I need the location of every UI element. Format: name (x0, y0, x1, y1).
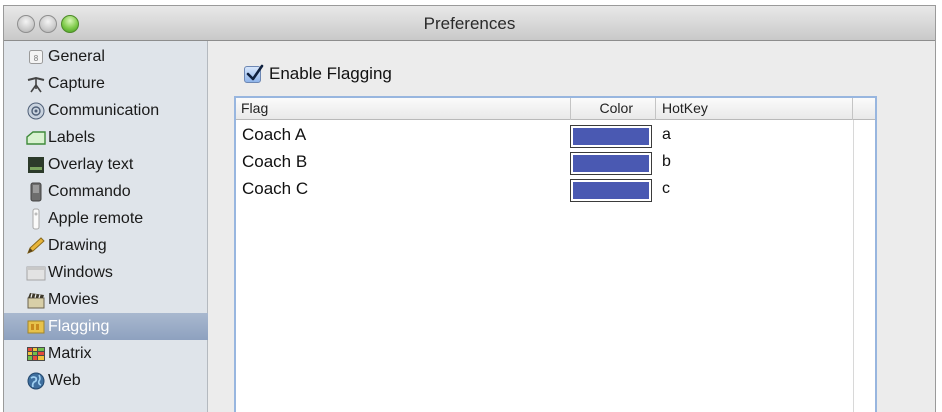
sidebar-item-label: Capture (48, 74, 105, 92)
column-header-color[interactable]: Color (571, 98, 656, 120)
general-icon: 8 (26, 47, 46, 67)
column-header-spacer (853, 98, 875, 120)
sidebar-item-windows[interactable]: Windows (4, 259, 208, 286)
color-well[interactable] (570, 152, 652, 175)
color-swatch (573, 128, 649, 145)
movies-icon (26, 290, 46, 310)
labels-icon (26, 128, 46, 148)
sidebar-item-capture[interactable]: Capture (4, 70, 208, 97)
commando-icon (26, 182, 46, 202)
sidebar-item-commando[interactable]: Commando (4, 178, 208, 205)
web-icon (26, 371, 46, 391)
sidebar-item-overlay-text[interactable]: Overlay text (4, 151, 208, 178)
hotkey-cell[interactable]: a (662, 126, 671, 144)
sidebar-item-label: Movies (48, 290, 99, 308)
sidebar-item-general[interactable]: 8 General (4, 43, 208, 70)
enable-flagging-checkbox[interactable] (244, 64, 264, 83)
flag-name-cell[interactable]: Coach B (242, 152, 307, 172)
color-swatch (573, 182, 649, 199)
color-well[interactable] (570, 125, 652, 148)
table-header: Flag Color HotKey (236, 98, 875, 120)
sidebar-item-label: Apple remote (48, 209, 144, 227)
windows-icon (26, 263, 46, 283)
sidebar-item-label: Drawing (48, 236, 107, 254)
table-row[interactable]: Coach B b (236, 150, 875, 176)
preferences-window: Preferences 8 General Capture Communicat… (3, 5, 936, 412)
hotkey-cell[interactable]: c (662, 180, 670, 198)
matrix-icon (26, 344, 46, 364)
column-header-flag[interactable]: Flag (236, 98, 571, 120)
title-bar[interactable]: Preferences (4, 6, 935, 41)
table-scroll-gutter[interactable] (853, 120, 875, 412)
hotkey-cell[interactable]: b (662, 153, 671, 171)
enable-flagging-row: Enable Flagging (244, 64, 392, 84)
flag-name-cell[interactable]: Coach A (242, 125, 306, 145)
table-row[interactable]: Coach A a (236, 123, 875, 149)
window-title: Preferences (423, 14, 516, 33)
svg-text:8: 8 (34, 54, 39, 63)
sidebar-item-label: Windows (48, 263, 113, 281)
preferences-sidebar: 8 General Capture Communication Labels O… (4, 41, 208, 412)
color-well[interactable] (570, 179, 652, 202)
sidebar-item-label: Flagging (48, 317, 110, 335)
sidebar-item-label: Web (48, 371, 81, 389)
sidebar-item-labels[interactable]: Labels (4, 124, 208, 151)
sidebar-item-movies[interactable]: Movies (4, 286, 208, 313)
sidebar-item-label: Labels (48, 128, 96, 146)
apple-remote-icon (26, 208, 46, 229)
capture-icon (26, 74, 46, 94)
sidebar-item-web[interactable]: Web (4, 367, 208, 394)
sidebar-item-label: Overlay text (48, 155, 134, 173)
sidebar-item-matrix[interactable]: Matrix (4, 340, 208, 367)
drawing-icon (26, 236, 46, 256)
flag-table: Flag Color HotKey Coach A a Coach B b Co… (234, 96, 877, 412)
sidebar-item-apple-remote[interactable]: Apple remote (4, 205, 208, 232)
overlay-text-icon (26, 155, 46, 175)
table-row[interactable]: Coach C c (236, 177, 875, 203)
enable-flagging-label[interactable]: Enable Flagging (269, 64, 392, 84)
flagging-icon (26, 317, 46, 337)
communication-icon (26, 101, 46, 121)
sidebar-item-flagging[interactable]: Flagging (4, 313, 208, 340)
sidebar-item-drawing[interactable]: Drawing (4, 232, 208, 259)
sidebar-item-label: Commando (48, 182, 131, 200)
sidebar-item-label: Matrix (48, 344, 92, 362)
color-swatch (573, 155, 649, 172)
sidebar-item-communication[interactable]: Communication (4, 97, 208, 124)
sidebar-item-label: Communication (48, 101, 160, 119)
sidebar-item-label: General (48, 47, 105, 65)
flag-name-cell[interactable]: Coach C (242, 179, 308, 199)
column-header-hotkey[interactable]: HotKey (656, 98, 853, 120)
